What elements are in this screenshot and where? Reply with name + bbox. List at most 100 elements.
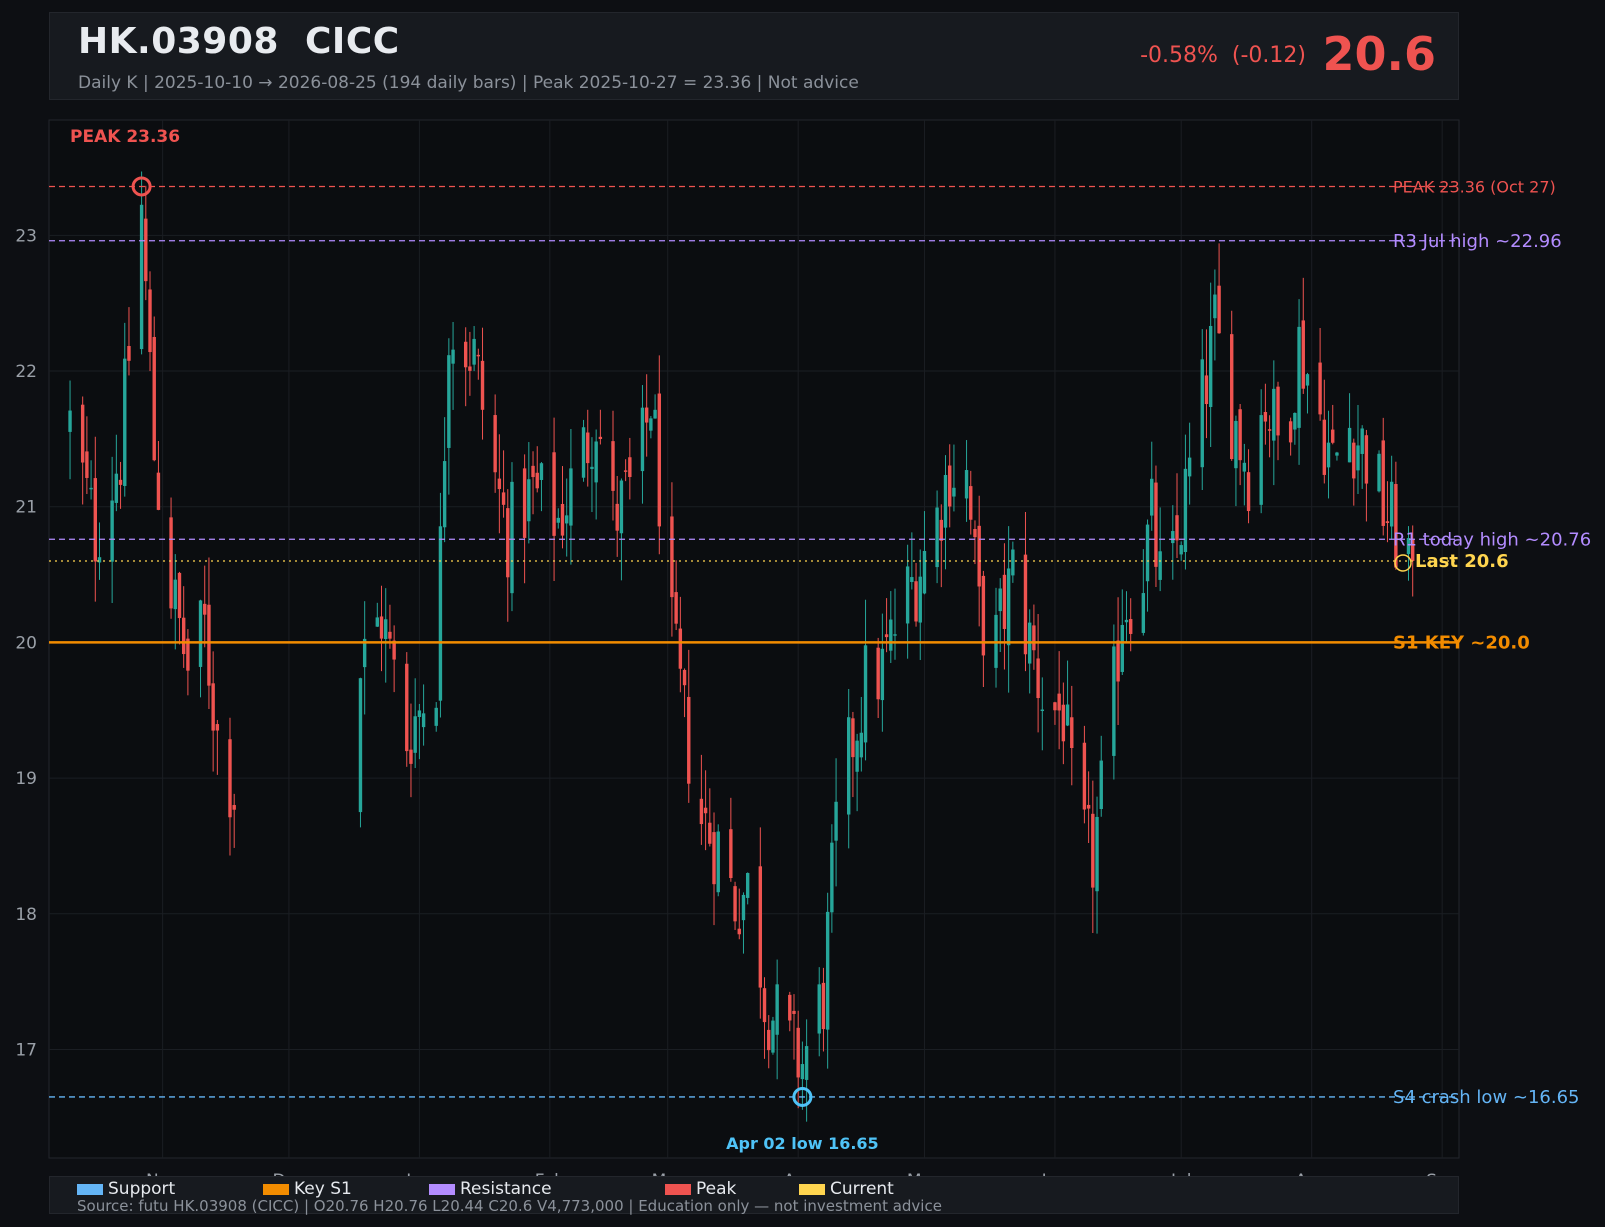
candle-body: [1217, 285, 1221, 334]
candle-body: [358, 678, 363, 813]
candle-body: [775, 984, 779, 1035]
candle-body: [1086, 804, 1091, 809]
peak-label: PEAK 23.36: [70, 127, 180, 147]
legend-label-current: Current: [830, 1179, 894, 1199]
candle-body: [413, 716, 417, 753]
candle-body: [531, 465, 535, 478]
candle-body: [581, 427, 586, 478]
candle-body: [535, 472, 539, 489]
candle-body: [1234, 420, 1238, 469]
candle-body: [611, 441, 615, 491]
candle-body: [943, 474, 948, 528]
candle-body: [737, 928, 741, 935]
candle-body: [670, 516, 674, 598]
candle-body: [847, 717, 851, 815]
candle-body: [644, 407, 649, 423]
candle-body: [114, 473, 119, 503]
y-tick-label: 18: [15, 905, 37, 925]
candle-body: [893, 634, 897, 636]
candle-body: [1238, 409, 1242, 461]
candle-body: [859, 732, 864, 758]
candle-body: [1091, 813, 1095, 888]
candle-body: [434, 707, 438, 726]
candle-body: [745, 873, 750, 898]
candle-body: [522, 468, 527, 538]
candle-body: [712, 832, 716, 885]
y-tick-label: 20: [15, 633, 37, 653]
candle-body: [89, 487, 93, 490]
candle-body: [451, 349, 455, 364]
legend-swatch-resistance: [429, 1183, 455, 1195]
candle-body: [442, 461, 447, 528]
candle-body: [539, 463, 544, 480]
candle-body: [948, 465, 952, 507]
source-note: Source: futu HK.03908 (CICC) | O20.76 H2…: [77, 1197, 942, 1215]
candle-body: [973, 528, 977, 538]
candle-body: [1145, 524, 1150, 582]
level-label-support: S4 crash low ~16.65: [1393, 1087, 1580, 1108]
plot-area: [48, 119, 1460, 1159]
candle-body: [1023, 554, 1028, 655]
candle-body: [552, 452, 556, 536]
candle-body: [1272, 388, 1276, 441]
candle-body: [173, 579, 177, 610]
candle-body: [232, 805, 236, 810]
candle-body: [830, 842, 834, 913]
candle-body: [177, 572, 182, 619]
candle-body: [97, 557, 102, 563]
candle-body: [1006, 568, 1011, 646]
candle-body: [1335, 452, 1339, 456]
candle-body: [788, 994, 792, 1021]
candle-body: [211, 683, 215, 731]
candle-body: [144, 218, 148, 282]
candle-body: [80, 404, 85, 463]
level-label-peak: PEAK 23.36 (Oct 27): [1393, 177, 1556, 196]
candle-body: [1150, 478, 1154, 516]
candle-body: [1213, 294, 1217, 319]
candle-body: [85, 451, 89, 478]
candle-body: [1389, 481, 1394, 527]
legend-item-support: Support: [77, 1179, 175, 1199]
candle-body: [825, 911, 830, 1030]
candle-body: [649, 418, 653, 431]
candle-body: [421, 713, 426, 728]
candle-body: [1171, 531, 1175, 544]
candle-body: [472, 338, 476, 365]
candlestick-chart: 17181920212223NovDecJanFebMarAprMayJunJu…: [15, 119, 1591, 1191]
candle-body: [1356, 445, 1360, 471]
candle-body: [876, 647, 880, 700]
candle-body: [716, 831, 720, 893]
candle-body: [228, 739, 232, 818]
candle-body: [405, 663, 409, 752]
candle-body: [640, 407, 645, 472]
candle-body: [964, 470, 969, 499]
candle-body: [510, 481, 514, 594]
level-label-current: Last 20.6: [1415, 551, 1509, 572]
candle-body: [1053, 702, 1057, 711]
candle-body: [1259, 415, 1263, 505]
y-tick-label: 22: [15, 362, 37, 382]
candle-body: [384, 619, 388, 640]
candle-body: [139, 204, 144, 350]
candle-body: [687, 696, 691, 784]
legend-bar: Support Key S1 Resistance Peak Current S…: [49, 1176, 1459, 1215]
candle-body: [863, 645, 868, 743]
candle-body: [1322, 419, 1327, 475]
low-label: Apr 02 low 16.65: [726, 1134, 879, 1153]
candle-body: [1116, 640, 1120, 682]
candle-body: [560, 503, 565, 536]
candle-body: [817, 984, 821, 1034]
candle-body: [1154, 482, 1158, 567]
legend-label-peak: Peak: [696, 1179, 737, 1199]
candle-body: [569, 468, 573, 526]
candle-body: [762, 988, 767, 1023]
candle-body: [1230, 334, 1234, 460]
candle-body: [855, 740, 859, 772]
candle-body: [767, 1029, 771, 1051]
candle-body: [1263, 411, 1268, 422]
candle-body: [708, 822, 712, 844]
candle-body: [741, 894, 746, 921]
candle-body: [1175, 515, 1179, 541]
y-tick-label: 17: [15, 1040, 37, 1060]
candle-body: [198, 600, 203, 667]
